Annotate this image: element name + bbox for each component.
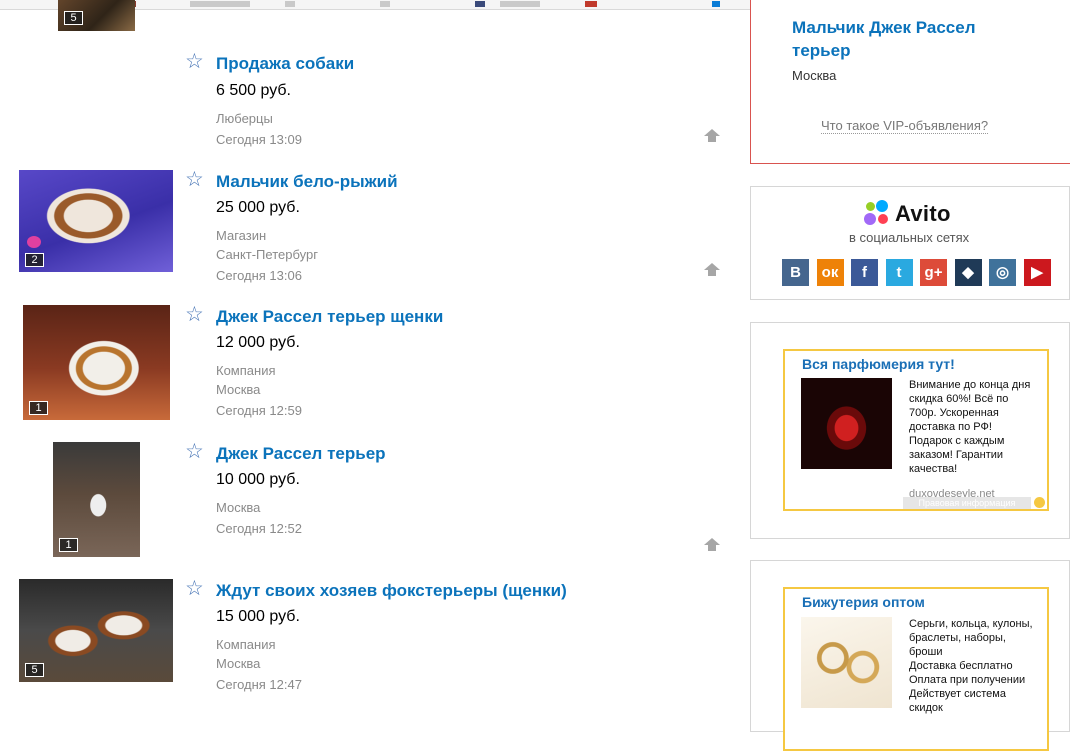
- livejournal-icon[interactable]: ◆: [954, 259, 982, 286]
- listing-date: Сегодня 13:06: [216, 268, 302, 283]
- ad-text: Серьги, кольца, кулоны, браслеты, наборы…: [909, 618, 1033, 714]
- listing-item[interactable]: 5 ☆ Ждут своих хозяев фокстерьеры (щенки…: [0, 577, 740, 697]
- photo-count-badge: 2: [25, 253, 44, 267]
- listing-price: 25 000 руб.: [216, 199, 300, 216]
- listing-date: Сегодня 12:59: [216, 403, 302, 418]
- listing-item[interactable]: 5: [0, 0, 740, 32]
- listing-price: 12 000 руб.: [216, 334, 300, 351]
- photo-count-badge: 1: [59, 538, 78, 552]
- listing-item[interactable]: 1 ☆ Джек Рассел терьер 10 000 руб. Москв…: [0, 440, 740, 560]
- ad-text: Внимание до конца дня скидка 60%! Всё по…: [909, 379, 1031, 475]
- listing-thumbnail[interactable]: 5: [58, 0, 135, 31]
- listing-date: Сегодня 12:52: [216, 521, 302, 536]
- listing-title[interactable]: Джек Рассел терьер щенки: [216, 307, 443, 327]
- listing-title[interactable]: Мальчик бело-рыжий: [216, 172, 398, 192]
- youtube-icon[interactable]: ▶: [1023, 259, 1051, 286]
- listing-item[interactable]: ☆ Продажа собаки 6 500 руб. Люберцы Сего…: [0, 51, 740, 162]
- avito-social-box: Avito в социальных сетях Вок f t g+ ◆ ◎ ▶: [750, 186, 1070, 300]
- ad-image[interactable]: [801, 378, 892, 469]
- listing-shop-type: Магазин: [216, 228, 267, 243]
- vip-info-link[interactable]: Что такое VIP-объявления?: [821, 118, 989, 134]
- vip-listing-box: Мальчик Джек Рассел терьер Москва Что та…: [750, 0, 1070, 164]
- ad-image[interactable]: [801, 617, 892, 708]
- ad-legal-info-link[interactable]: Правовая информация: [903, 497, 1031, 509]
- instagram-icon[interactable]: ◎: [989, 259, 1016, 286]
- listing-shop-type: Компания: [216, 363, 276, 378]
- listing-thumbnail[interactable]: 2: [19, 170, 173, 272]
- vip-listing-title[interactable]: Мальчик Джек Рассел терьер: [792, 16, 1022, 62]
- favorite-star-icon[interactable]: ☆: [185, 578, 204, 599]
- listing-price: 6 500 руб.: [216, 82, 291, 99]
- social-subtitle: в социальных сетях: [849, 230, 970, 245]
- ad-block: Вся парфюмерия тут! Внимание до конца дн…: [750, 322, 1070, 539]
- listing-location: Санкт-Петербург: [216, 247, 318, 262]
- listing-thumbnail[interactable]: 5: [19, 579, 173, 682]
- ad-card[interactable]: Вся парфюмерия тут! Внимание до конца дн…: [783, 349, 1049, 511]
- photo-count-badge: 5: [25, 663, 44, 677]
- vk-icon[interactable]: В: [782, 259, 809, 286]
- listing-title[interactable]: Продажа собаки: [216, 54, 354, 74]
- ad-info-icon[interactable]: [1034, 497, 1045, 508]
- avito-brand: Avito: [895, 201, 951, 226]
- listing-location: Люберцы: [216, 111, 273, 126]
- photo-count-badge: 1: [29, 401, 48, 415]
- listing-date: Сегодня 12:47: [216, 677, 302, 692]
- odnoklassniki-icon[interactable]: ок: [816, 259, 844, 286]
- vip-listing-city: Москва: [792, 68, 837, 83]
- listing-price: 15 000 руб.: [216, 608, 300, 625]
- listing-price: 10 000 руб.: [216, 471, 300, 488]
- listing-date: Сегодня 13:09: [216, 132, 302, 147]
- ad-block: Бижутерия оптом Серьги, кольца, кулоны, …: [750, 560, 1070, 751]
- listing-title[interactable]: Джек Рассел терьер: [216, 444, 386, 464]
- listing-location: Москва: [216, 382, 261, 397]
- photo-count-badge: 5: [64, 11, 83, 25]
- ad-title[interactable]: Вся парфюмерия тут!: [802, 356, 955, 372]
- listing-title[interactable]: Ждут своих хозяев фокстерьеры (щенки): [216, 581, 567, 601]
- favorite-star-icon[interactable]: ☆: [185, 441, 204, 462]
- favorite-star-icon[interactable]: ☆: [185, 304, 204, 325]
- ad-card[interactable]: Бижутерия оптом Серьги, кольца, кулоны, …: [783, 587, 1049, 751]
- google-plus-icon[interactable]: g+: [920, 259, 947, 286]
- listing-item[interactable]: 1 ☆ Джек Рассел терьер щенки 12 000 руб.…: [0, 303, 740, 423]
- listing-location: Москва: [216, 500, 261, 515]
- listing-shop-type: Компания: [216, 637, 276, 652]
- favorite-star-icon[interactable]: ☆: [185, 169, 204, 190]
- listing-location: Москва: [216, 656, 261, 671]
- avito-logo-icon: [864, 200, 894, 226]
- twitter-icon[interactable]: t: [885, 259, 913, 286]
- facebook-icon[interactable]: f: [851, 259, 878, 286]
- ad-title[interactable]: Бижутерия оптом: [802, 594, 925, 610]
- favorite-star-icon[interactable]: ☆: [185, 51, 204, 72]
- listing-thumbnail[interactable]: 1: [23, 305, 170, 420]
- listing-thumbnail[interactable]: 1: [53, 442, 140, 557]
- listing-item[interactable]: 2 ☆ Мальчик бело-рыжий 25 000 руб. Магаз…: [0, 168, 740, 288]
